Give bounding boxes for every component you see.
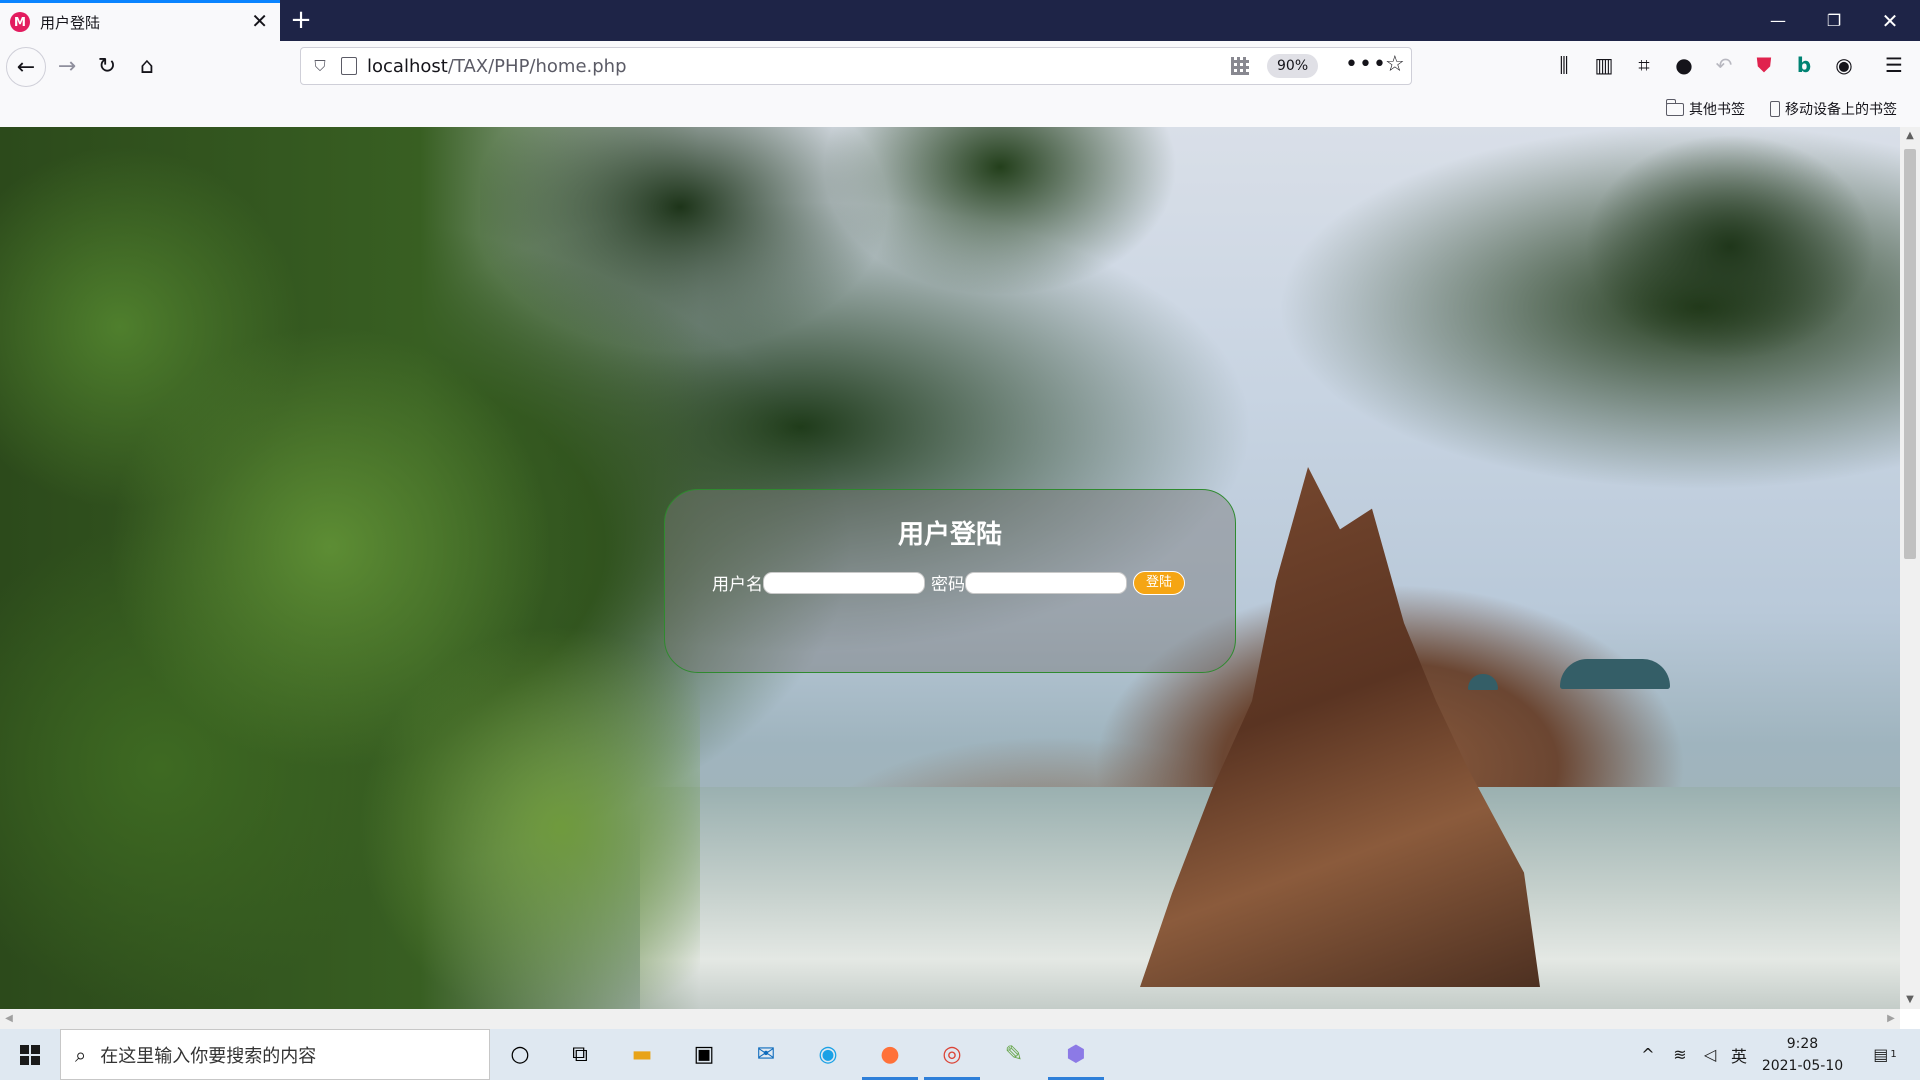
clock-date: 2021-05-10 <box>1761 1058 1844 1074</box>
notification-center[interactable]: ▤ 1 <box>1860 1029 1910 1080</box>
folder-icon <box>1665 98 1684 116</box>
ime-indicator[interactable]: 英 <box>1724 1029 1754 1080</box>
notification-icon: ▤ <box>1873 1045 1889 1064</box>
library-icon[interactable]: ⫼ <box>1548 49 1580 81</box>
tab-title: 用户登陆 <box>40 13 101 32</box>
clock-time: 9:28 <box>1786 1036 1819 1052</box>
horizontal-scrollbar[interactable]: ◀ ▶ <box>0 1009 1900 1029</box>
paint-icon[interactable]: ✎ <box>984 1029 1044 1080</box>
mobile-bookmarks[interactable]: 移动设备上的书签 <box>1770 99 1897 119</box>
login-button[interactable]: 登陆 <box>1133 570 1186 595</box>
username-input[interactable] <box>763 571 925 594</box>
background-island <box>1560 659 1670 689</box>
navigation-toolbar: ← → ↻ ⌂ ⛉ localhost/TAX/PHP/home.php 90%… <box>0 41 1920 91</box>
other-bookmarks[interactable]: 其他书签 <box>1665 98 1745 119</box>
restore-button[interactable]: ❐ <box>1806 0 1862 41</box>
scroll-right-icon[interactable]: ▶ <box>1882 1009 1900 1029</box>
sidebar-icon[interactable]: ▥ <box>1588 49 1620 81</box>
shield-icon[interactable]: ⛉ <box>311 57 329 75</box>
undo-icon[interactable]: ↶ <box>1708 49 1740 81</box>
windows-icon <box>20 1044 40 1065</box>
address-bar[interactable]: ⛉ localhost/TAX/PHP/home.php 90% ••• ☆ <box>300 47 1412 85</box>
bookmarks-toolbar: 其他书签 移动设备上的书签 <box>0 91 1920 127</box>
search-icon: ⌕ <box>75 1042 87 1067</box>
vertical-scroll-thumb[interactable] <box>1904 149 1916 559</box>
firefox-icon[interactable]: ● <box>860 1029 920 1080</box>
url-path: /TAX/PHP/home.php <box>447 55 627 77</box>
file-explorer-icon[interactable]: ▬ <box>612 1029 672 1080</box>
chat-app-icon[interactable]: ◉ <box>798 1029 858 1080</box>
chat-icon[interactable]: ● <box>1668 49 1700 81</box>
username-label: 用户名 <box>712 575 763 595</box>
scroll-down-icon[interactable]: ▼ <box>1900 991 1920 1009</box>
background-canopy <box>480 127 1900 447</box>
favicon-icon: M <box>10 12 30 32</box>
other-bookmarks-label: 其他书签 <box>1689 102 1745 118</box>
login-title: 用户登陆 <box>897 520 1002 550</box>
pocket-icon[interactable]: ⛊ <box>1748 49 1780 81</box>
task-view-icon[interactable]: ⧉ <box>550 1029 610 1080</box>
search-placeholder: 在这里输入你要搜索的内容 <box>100 1045 317 1067</box>
phone-icon <box>1770 101 1780 117</box>
login-row: 用户名 密码 登陆 <box>712 570 1186 595</box>
background-island <box>1468 674 1498 690</box>
vertical-scrollbar[interactable]: ▲ ▼ <box>1900 127 1920 1009</box>
cortana-icon[interactable]: ○ <box>490 1029 550 1080</box>
login-form: 用户登陆 用户名 密码 登陆 <box>664 489 1236 673</box>
menu-icon[interactable]: ☰ <box>1878 49 1910 81</box>
home-icon[interactable]: ⌂ <box>130 49 164 83</box>
reload-icon[interactable]: ↻ <box>90 49 124 83</box>
taskbar-search[interactable]: ⌕ 在这里输入你要搜索的内容 <box>60 1029 490 1080</box>
chevron-up-icon[interactable]: ^ <box>1634 1029 1662 1080</box>
close-window-button[interactable]: ✕ <box>1862 0 1918 41</box>
back-icon[interactable]: ← <box>6 47 46 87</box>
minimize-button[interactable]: — <box>1750 0 1806 41</box>
close-tab-icon[interactable]: ✕ <box>251 11 268 31</box>
qr-code-icon[interactable] <box>1231 57 1249 75</box>
system-clock[interactable]: 9:28 2021-05-10 <box>1755 1033 1850 1077</box>
store-icon[interactable]: ▣ <box>674 1029 734 1080</box>
notification-count: 1 <box>1890 1049 1897 1060</box>
forward-icon[interactable]: → <box>50 49 84 83</box>
password-input[interactable] <box>965 571 1127 594</box>
star-icon[interactable]: ☆ <box>1385 52 1405 77</box>
scroll-up-icon[interactable]: ▲ <box>1900 127 1920 145</box>
screenshot-icon[interactable]: ⌗ <box>1628 49 1660 81</box>
chrome-icon[interactable]: ◎ <box>922 1029 982 1080</box>
scroll-left-icon[interactable]: ◀ <box>0 1009 18 1029</box>
tab-strip: M 用户登陆 ✕ + — ❐ ✕ <box>0 0 1920 41</box>
url-text[interactable]: localhost/TAX/PHP/home.php <box>367 56 627 77</box>
new-tab-button[interactable]: + <box>286 6 316 36</box>
app-icon[interactable]: ⬢ <box>1046 1029 1106 1080</box>
zoom-indicator[interactable]: 90% <box>1267 54 1319 78</box>
network-icon[interactable]: ≋ <box>1666 1029 1694 1080</box>
page-icon <box>341 57 357 75</box>
account-icon[interactable]: ◉ <box>1828 49 1860 81</box>
url-host: localhost <box>367 55 448 77</box>
bing-icon[interactable]: b <box>1788 49 1820 81</box>
password-label: 密码 <box>931 575 965 595</box>
volume-icon[interactable]: ◁ <box>1696 1029 1724 1080</box>
start-button[interactable] <box>0 1029 60 1080</box>
mail-icon[interactable]: ✉ <box>736 1029 796 1080</box>
mobile-bookmarks-label: 移动设备上的书签 <box>1785 102 1897 118</box>
page-viewport: 用户登陆 用户名 密码 登陆 <box>0 127 1900 1009</box>
tab-active[interactable]: M 用户登陆 ✕ <box>0 0 280 41</box>
taskbar: ⌕ 在这里输入你要搜索的内容 ○ ⧉ ▬ ▣ ✉ ◉ ● ◎ ✎ ⬢ ^ ≋ ◁… <box>0 1029 1920 1080</box>
more-icon[interactable]: ••• <box>1345 52 1387 77</box>
